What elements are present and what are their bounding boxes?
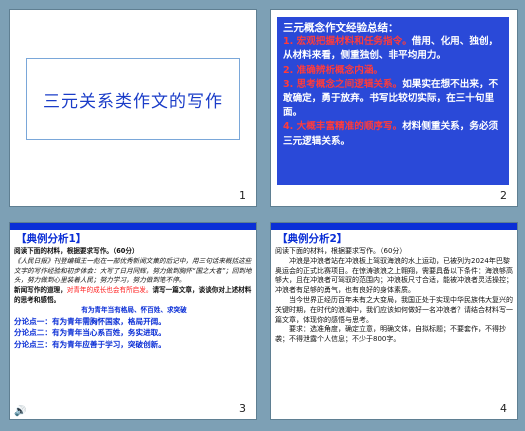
summary-panel: 三元概念作文经验总结： 1. 宏观把握材料和任务指令。借用、化用、独创，从材料来… xyxy=(277,17,509,185)
slide-thumbnail-2[interactable]: 三元概念作文经验总结： 1. 宏观把握材料和任务指令。借用、化用、独创，从材料来… xyxy=(270,9,518,207)
top-bar xyxy=(271,223,517,230)
slide-title: 三元关系类作文的写作 xyxy=(43,91,223,112)
sub-title: 有为青年当有格局、怀百姓、求突破 xyxy=(81,305,187,314)
sub-point: 分论点三：有为青年应善于学习，突破创新。 xyxy=(14,339,166,349)
summary-item: 3. 思考概念之间逻辑关系。如果实在想不出来，不敢确定，勇于放弃。书写比较切实际… xyxy=(283,78,499,119)
summary-heading: 三元概念作文经验总结： xyxy=(283,22,399,34)
slide-number: 2 xyxy=(500,189,507,202)
summary-item: 4. 大概丰富精准的顺序写。材料侧重关系，务必须三元逻辑关系。 xyxy=(283,121,499,147)
material-paragraph: 冲浪是冲浪者站在冲浪板上驾驭海浪的水上运动，已被列为2024年巴黎奥运会的正式比… xyxy=(275,256,513,295)
slide-thumbnail-1[interactable]: 三元关系类作文的写作 1 xyxy=(9,9,257,207)
task-text: 新闻写作的道理，对青年的成长也会有所启发。请写一篇文章，谈谈你对上述材料的思考和… xyxy=(14,286,252,304)
sub-point: 分论点一：有为青年需胸怀国家，格局开阔。 xyxy=(14,316,166,326)
material-text: 《人民日报》刊登编辑王一彪在一部优秀新闻文集的后记中，用三句话来概括这些文字的写… xyxy=(14,256,252,285)
example-header: 【典例分析2】 xyxy=(277,233,348,245)
top-bar xyxy=(10,223,256,230)
requirements-text: 要求：选准角度，确定立意，明确文体，自拟标题；不要套作，不得抄袭；不得泄露个人信… xyxy=(275,325,506,344)
example-body: 阅读下面的材料，根据要求写作。（60分） 《人民日报》刊登编辑王一彪在一部优秀新… xyxy=(14,247,254,350)
example-header: 【典例分析1】 xyxy=(16,233,87,245)
material-paragraph: 当今世界正经历百年未有之大变局，我国正处于实现中华民族伟大复兴的关键时期，在时代… xyxy=(275,295,513,324)
speaker-icon[interactable]: 🔊 xyxy=(14,406,26,417)
prompt-text: 阅读下面的材料，根据要求写作。（60分） xyxy=(14,247,139,255)
summary-item: 2. 准确辨析概念内涵。 xyxy=(283,64,384,76)
slide-number: 1 xyxy=(239,189,246,202)
slide-thumbnail-3[interactable]: 【典例分析1】 阅读下面的材料，根据要求写作。（60分） 《人民日报》刊登编辑王… xyxy=(9,222,257,420)
summary-item: 1. 宏观把握材料和任务指令。借用、化用、独创，从材料来看，侧重独创、非平均用力… xyxy=(283,36,499,62)
sub-point: 分论点二：有为青年当心系百姓，务实进取。 xyxy=(14,328,166,338)
slide-number: 4 xyxy=(500,402,507,415)
slide-number: 3 xyxy=(239,402,246,415)
prompt-text: 阅读下面的材料，根据要求写作。（60分） xyxy=(275,247,407,255)
slide-thumbnail-4[interactable]: 【典例分析2】 阅读下面的材料，根据要求写作。（60分） 冲浪是冲浪者站在冲浪板… xyxy=(270,222,518,420)
example-body: 阅读下面的材料，根据要求写作。（60分） 冲浪是冲浪者站在冲浪板上驾驭海浪的水上… xyxy=(275,247,514,345)
title-box: 三元关系类作文的写作 xyxy=(26,58,240,140)
